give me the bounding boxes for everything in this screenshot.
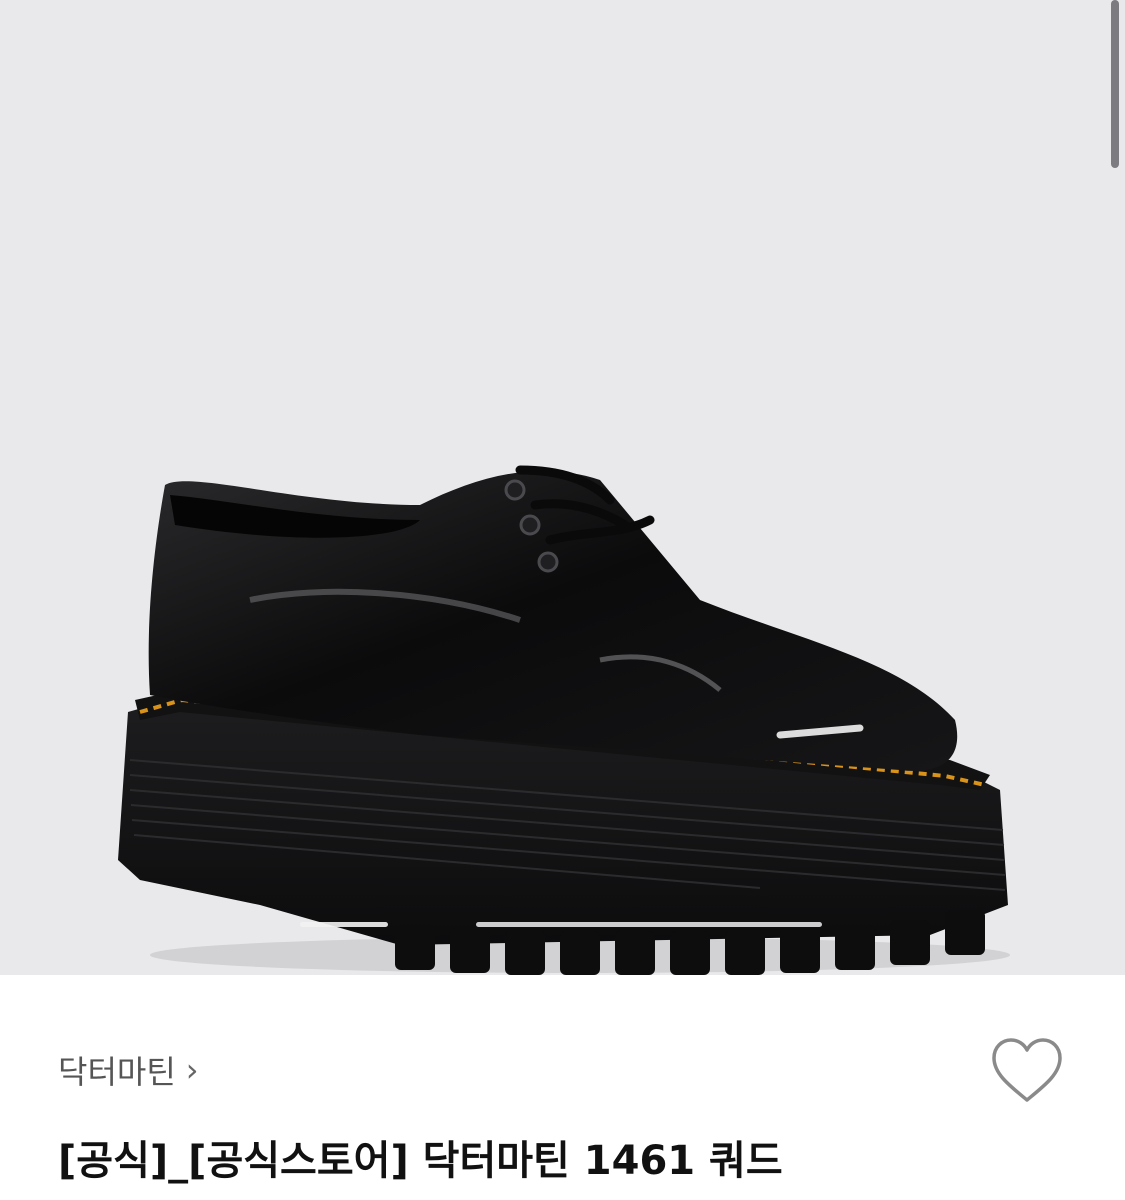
product-image [118, 465, 1010, 975]
carousel-indicator-active[interactable] [476, 922, 822, 927]
product-image-carousel[interactable] [0, 0, 1125, 975]
heart-outline-icon[interactable] [990, 1036, 1064, 1106]
carousel-indicator-inactive[interactable] [300, 922, 388, 927]
chevron-right-icon: › [185, 1051, 199, 1089]
brand-link[interactable]: 닥터마틴 › [58, 1048, 199, 1092]
product-title: [공식]_[공식스토어] 닥터마틴 1461 쿼드 [58, 1138, 783, 1184]
brand-name: 닥터마틴 [58, 1053, 176, 1091]
product-detail-page: 닥터마틴 › [공식]_[공식스토어] 닥터마틴 1461 쿼드 [0, 0, 1125, 1200]
scrollbar[interactable] [1111, 0, 1119, 168]
